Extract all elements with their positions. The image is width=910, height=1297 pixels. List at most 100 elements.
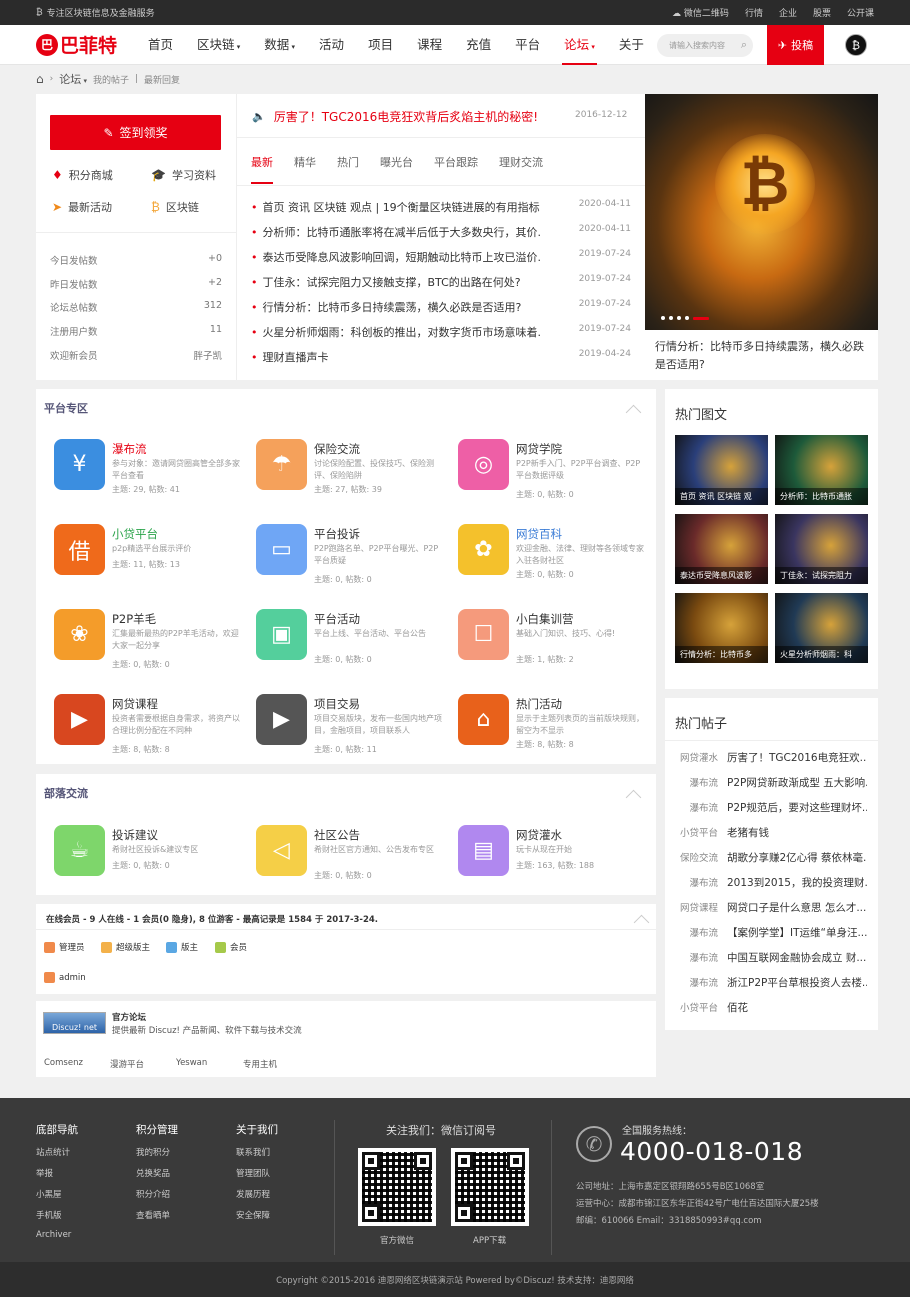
- forum-name[interactable]: 瀑布流: [112, 441, 147, 457]
- hot-post-item[interactable]: 瀑布流 中国互联网金融协会成立 财...: [674, 950, 869, 965]
- breadcrumb-my-posts[interactable]: 我的帖子: [93, 73, 129, 86]
- list-item[interactable]: 首页 资讯 区块链 观点 | 19个衡量区块链进展的有用指标 ...2020-0…: [251, 199, 632, 215]
- forum-item[interactable]: ▣ 平台活动 平台上线、平台活动、平台公告 主题: 0, 帖数: 0: [256, 609, 446, 679]
- checkin-button[interactable]: ✎ 签到领奖: [50, 115, 221, 150]
- hot-post-title[interactable]: 2013到2015，我的投资理财...: [727, 875, 867, 890]
- forum-item[interactable]: ▶ 网贷课程 投资者需要根据自身需求，将资产以合理比例分配在不同种 主题: 8, 帖数…: [54, 694, 244, 764]
- list-item[interactable]: 理财直播声卡2019-04-24: [251, 349, 632, 365]
- forum-name[interactable]: 网贷灌水: [516, 827, 562, 843]
- forum-name[interactable]: 网贷百科: [516, 526, 562, 542]
- hot-post-title[interactable]: 佰花: [727, 1000, 867, 1015]
- nav-home[interactable]: 首页: [136, 25, 185, 65]
- forum-item[interactable]: ▶ 项目交易 项目交易版块，发布一些国内地产项目，金融项目，项目联系人 主题: 0, …: [256, 694, 446, 764]
- hot-post-item[interactable]: 保险交流 胡歌分享赚2亿心得 蔡依林毫...: [674, 850, 869, 865]
- phone-tap-icon[interactable]: ☐: [458, 609, 509, 660]
- list-item[interactable]: 泰达币受降息风波影响回调，短期触动比特币上攻已溢价...2019-07-24: [251, 249, 632, 265]
- footer-link[interactable]: 站点统计: [36, 1146, 78, 1158]
- forum-item[interactable]: ☂ 保险交流 讨论保险配置、投保技巧、保险测评、保险陷阱 主题: 27, 帖数: 39: [256, 439, 446, 509]
- quick-link-study[interactable]: 🎓 学习资料: [151, 167, 216, 183]
- footer-link[interactable]: 联系我们: [236, 1146, 278, 1158]
- gift-icon[interactable]: ▣: [256, 609, 307, 660]
- hot-post-title[interactable]: 浙江P2P平台草根投资人去楼...: [727, 975, 867, 990]
- top-link-course[interactable]: 公开课: [847, 6, 874, 19]
- hot-post-title[interactable]: P2P规范后，要对这些理财坏...: [727, 800, 867, 815]
- forum-item[interactable]: ◎ 网贷学院 P2P新手入门、P2P平台调查、P2P平台数据评级 主题: 0, 帖数:…: [458, 439, 648, 509]
- qr-code-wechat[interactable]: [358, 1148, 436, 1226]
- hot-image-thumb[interactable]: 火星分析师烟雨：科: [775, 593, 868, 663]
- top-link-market[interactable]: 行情: [745, 6, 763, 19]
- hot-post-category[interactable]: 网贷课程: [674, 900, 718, 915]
- target-icon[interactable]: ◎: [458, 439, 509, 490]
- online-user[interactable]: admin: [44, 972, 86, 983]
- footer-link[interactable]: 小黑屋: [36, 1188, 78, 1200]
- hot-post-item[interactable]: 网贷课程 网贷口子是什么意思 怎么才...: [674, 900, 869, 915]
- list-item[interactable]: 分析师：比特币通胀率将在减半后低于大多数央行，其价...2020-04-11: [251, 224, 632, 240]
- footer-link[interactable]: 发展历程: [236, 1188, 278, 1200]
- hand-icon[interactable]: ¥: [54, 439, 105, 490]
- start-icon[interactable]: ▶: [256, 694, 307, 745]
- forum-item[interactable]: ◁ 社区公告 希财社区官方通知、公告发布专区 主题: 0, 帖数: 0: [256, 825, 446, 895]
- text-link[interactable]: Comsenz: [44, 1058, 83, 1068]
- umbrella-icon[interactable]: ☂: [256, 439, 307, 490]
- breadcrumb-forum[interactable]: 论坛 ▾: [59, 71, 87, 87]
- hot-post-category[interactable]: 瀑布流: [674, 875, 718, 890]
- hot-post-title[interactable]: 【案例学堂】IT运维“单身汪...: [727, 925, 867, 940]
- nav-platform[interactable]: 平台: [503, 25, 552, 65]
- breadcrumb-latest-reply[interactable]: 最新回复: [144, 73, 180, 86]
- text-link[interactable]: Yeswan: [176, 1058, 207, 1068]
- nav-recharge[interactable]: 充值: [454, 25, 503, 65]
- nav-data[interactable]: 数据 ▾: [252, 25, 307, 65]
- forum-name[interactable]: 网贷课程: [112, 696, 158, 712]
- hot-post-item[interactable]: 瀑布流 2013到2015，我的投资理财...: [674, 875, 869, 890]
- hot-post-title[interactable]: P2P网贷新政渐成型 五大影响...: [727, 775, 867, 790]
- forum-name[interactable]: 小贷平台: [112, 526, 158, 542]
- hot-post-title[interactable]: 厉害了！TGC2016电竞狂欢...: [727, 750, 867, 765]
- text-link[interactable]: 专用主机: [243, 1058, 277, 1070]
- hot-image-thumb[interactable]: 首页 资讯 区块链 观: [675, 435, 768, 505]
- hot-post-category[interactable]: 瀑布流: [674, 800, 718, 815]
- nav-project[interactable]: 项目: [356, 25, 405, 65]
- nav-activity[interactable]: 活动: [307, 25, 356, 65]
- forum-item[interactable]: ¥ 瀑布流 参与对象：邀请网贷圈高管全部多家平台查看 主题: 29, 帖数: 41: [54, 439, 244, 509]
- forum-name[interactable]: 热门活动: [516, 696, 562, 712]
- nav-about[interactable]: 关于: [607, 25, 656, 65]
- tab-digest[interactable]: 精华: [294, 154, 316, 170]
- footer-link[interactable]: Archiver: [36, 1230, 78, 1240]
- hot-post-category[interactable]: 小贷平台: [674, 825, 718, 840]
- hot-post-category[interactable]: 网贷灌水: [674, 750, 718, 765]
- search-input[interactable]: 请输入搜索内容 ⌕: [657, 34, 753, 57]
- forum-item[interactable]: ⌂ 热门活动 显示于主题列表页的当前版块规则，留空为不显示 主题: 8, 帖数: 8: [458, 694, 648, 764]
- footer-link[interactable]: 查看晒单: [136, 1209, 178, 1221]
- hot-post-item[interactable]: 网贷灌水 厉害了！TGC2016电竞狂欢...: [674, 750, 869, 765]
- footer-link[interactable]: 兑换奖品: [136, 1167, 178, 1179]
- home-icon[interactable]: ⌂: [36, 72, 44, 86]
- discuz-logo[interactable]: Discuz! net: [43, 1012, 106, 1034]
- hot-image-thumb[interactable]: 泰达币受降息风波影: [675, 514, 768, 584]
- forum-name[interactable]: 保险交流: [314, 441, 360, 457]
- list-item[interactable]: 火星分析师烟雨：科创板的推出，对数字货币市场意味着...2019-07-24: [251, 324, 632, 340]
- card-icon[interactable]: ▤: [458, 825, 509, 876]
- forum-item[interactable]: 借小贷平台 p2p精选平台展示评价 主题: 11, 帖数: 13: [54, 524, 244, 594]
- list-item[interactable]: 行情分析：比特币多日持续震荡，横久必跌是否适用?2019-07-24: [251, 299, 632, 315]
- hot-post-category[interactable]: 瀑布流: [674, 950, 718, 965]
- footer-link[interactable]: 积分介绍: [136, 1188, 178, 1200]
- site-logo[interactable]: 巴 巴菲特: [36, 31, 132, 58]
- hot-post-title[interactable]: 网贷口子是什么意思 怎么才...: [727, 900, 867, 915]
- hot-post-item[interactable]: 瀑布流 浙江P2P平台草根投资人去楼...: [674, 975, 869, 990]
- hot-post-item[interactable]: 瀑布流 【案例学堂】IT运维“单身汪...: [674, 925, 869, 940]
- forum-item[interactable]: ❀ P2P羊毛 汇集最新最热的P2P羊毛活动，欢迎大家一起分享 主题: 0, 帖数: …: [54, 609, 244, 679]
- cup-icon[interactable]: ☕: [54, 825, 105, 876]
- forum-item[interactable]: ▤ 网贷灌水 玩卡从现在开始 主题: 163, 帖数: 188: [458, 825, 648, 895]
- hot-post-title[interactable]: 中国互联网金融协会成立 财...: [727, 950, 867, 965]
- forum-name[interactable]: 平台活动: [314, 611, 360, 627]
- forum-name[interactable]: 社区公告: [314, 827, 360, 843]
- nav-blockchain[interactable]: 区块链 ▾: [185, 25, 252, 65]
- grad-icon[interactable]: ✿: [458, 524, 509, 575]
- hot-post-category[interactable]: 瀑布流: [674, 775, 718, 790]
- top-link-enterprise[interactable]: 企业: [779, 6, 797, 19]
- forum-name[interactable]: 投诉建议: [112, 827, 158, 843]
- hot-post-item[interactable]: 小贷平台 老猪有钱: [674, 825, 869, 840]
- list-item[interactable]: 丁佳永：试探完阻力又接触支撑，BTC的出路在何处?2019-07-24: [251, 274, 632, 290]
- submit-post-button[interactable]: ✈ 投稿: [767, 25, 824, 65]
- forum-name[interactable]: 平台投诉: [314, 526, 360, 542]
